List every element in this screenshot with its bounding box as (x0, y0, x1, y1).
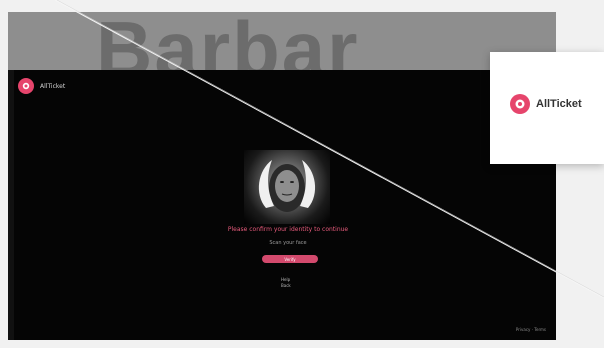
menu-item[interactable]: Back (281, 283, 291, 289)
footer-links[interactable]: Privacy · Terms (516, 327, 546, 332)
popup-logo-icon (510, 94, 530, 114)
hero-panel: AllTicket Please confirm your identity t… (8, 70, 556, 340)
header-brand-label: AllTicket (40, 82, 66, 90)
popup-brand: AllTicket (510, 94, 582, 114)
identity-caption: Please confirm your identity to continue (227, 226, 349, 233)
secondary-menu: Help Back (281, 277, 291, 289)
face-portrait (244, 150, 330, 224)
brand-popup: AllTicket (490, 52, 604, 164)
popup-brand-label: AllTicket (536, 98, 582, 110)
left-edge (8, 70, 14, 340)
verify-button-label: Verify (284, 256, 296, 262)
brand-logo-icon (18, 78, 34, 94)
identity-subcaption: Scan your face (269, 240, 307, 246)
verify-button[interactable]: Verify (262, 255, 318, 263)
header-brand[interactable]: AllTicket (18, 78, 65, 94)
top-banner: Barbar (8, 5, 556, 93)
